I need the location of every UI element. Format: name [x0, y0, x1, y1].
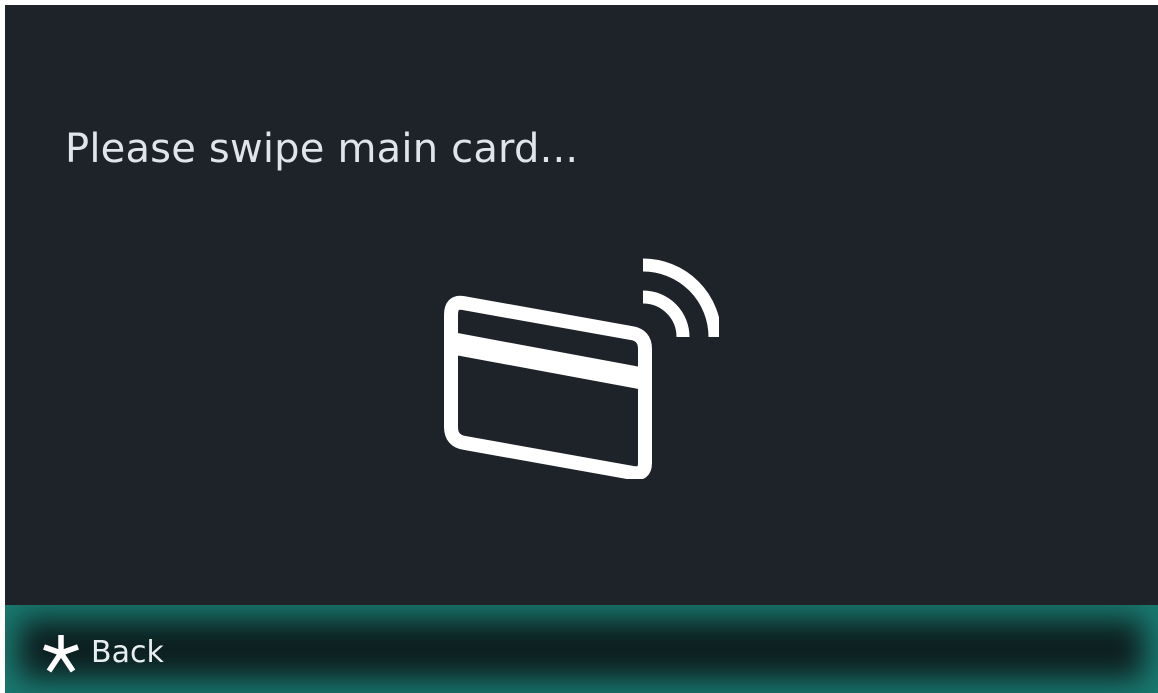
contactless-card-icon [444, 258, 719, 479]
asterisk-icon [43, 635, 79, 673]
back-button[interactable]: Back [41, 629, 164, 677]
bottom-bar: Back [5, 605, 1158, 693]
back-label: Back [91, 635, 164, 670]
swipe-card-prompt: Please swipe main card... [65, 126, 579, 172]
card-reader-screen: Please swipe main card... Back [5, 5, 1158, 693]
